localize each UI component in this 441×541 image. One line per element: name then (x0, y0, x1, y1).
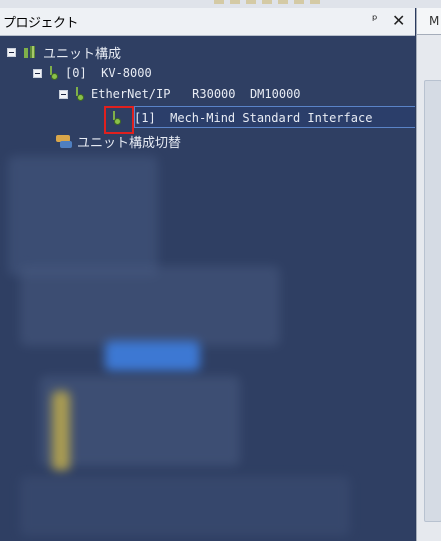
tree-node-unit-config-switch[interactable]: ユニット構成切替 (56, 131, 181, 151)
unit-icon (75, 87, 85, 101)
tree-node-controller[interactable]: [0] KV-8000 (33, 63, 152, 83)
collapse-icon[interactable] (33, 68, 42, 78)
pin-icon[interactable]: ᵖ (372, 13, 378, 28)
device-icon (112, 111, 122, 125)
collapse-icon[interactable] (7, 47, 16, 57)
switch-config-icon (56, 133, 74, 149)
tree-node-label: [0] KV-8000 (65, 66, 152, 80)
blurred-selection (105, 341, 200, 371)
project-tree[interactable]: ユニット構成 [0] KV-8000 EtherNet/IP R30000 DM… (0, 36, 415, 541)
tree-node-label: ユニット構成 (43, 46, 122, 62)
tree-node-mech-mind-device[interactable]: [1] Mech-Mind Standard Interface (112, 108, 372, 128)
close-icon[interactable]: ✕ (392, 11, 405, 30)
tree-node-unit-config[interactable]: ユニット構成 (7, 42, 121, 62)
blurred-content (20, 476, 350, 536)
tree-node-label: ユニット構成切替 (77, 135, 182, 151)
unit-config-icon (23, 45, 37, 59)
toolbar-icons (214, 0, 324, 4)
blurred-content (8, 156, 158, 276)
tree-node-label: [1] Mech-Mind Standard Interface (134, 111, 373, 125)
unit-icon (49, 66, 59, 80)
tree-node-ethernet-ip[interactable]: EtherNet/IP R30000 DM10000 (59, 84, 301, 104)
document-scrollbar[interactable] (424, 80, 441, 522)
panel-header: プロジェクト ᵖ ✕ (0, 8, 415, 36)
tree-node-label: EtherNet/IP R30000 DM10000 (91, 87, 301, 101)
document-tab[interactable]: M (417, 8, 441, 35)
document-pane: M (416, 8, 441, 541)
blurred-icon (52, 391, 70, 471)
panel-title: プロジェクト (3, 16, 79, 31)
top-toolbar-strip (0, 0, 441, 8)
blurred-content (20, 266, 280, 346)
blurred-content (40, 376, 240, 466)
collapse-icon[interactable] (59, 89, 68, 99)
